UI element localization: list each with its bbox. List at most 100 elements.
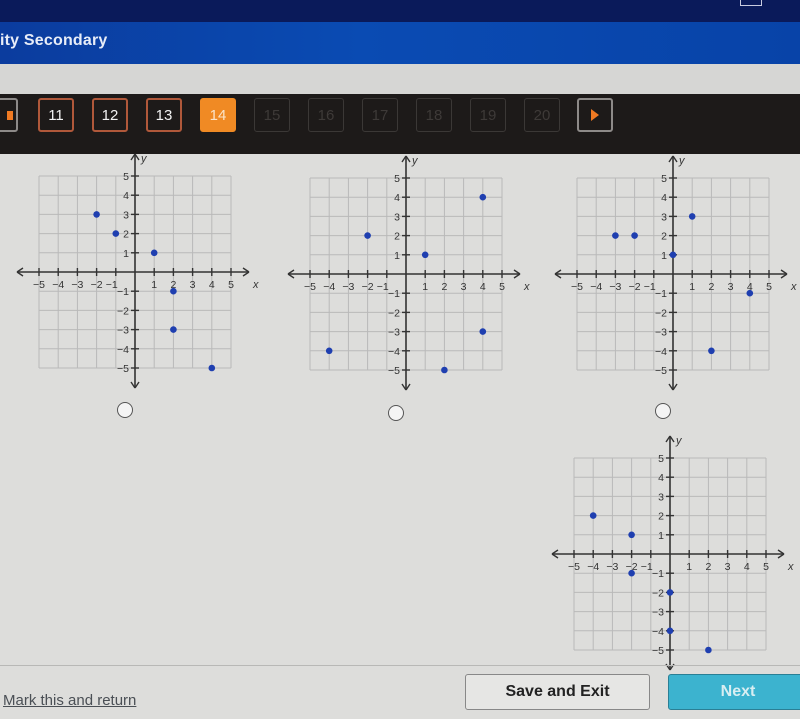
previous-question-button[interactable] <box>0 98 18 132</box>
y-tick-label: 5 <box>123 171 129 183</box>
y-tick-label: 3 <box>658 491 664 503</box>
y-tick-label: 5 <box>658 453 664 465</box>
y-tick-label: 2 <box>123 229 129 241</box>
graph-option-2: −5 −4 −3 −2 −1 1 2 3 4 5 5 4 3 2 1 −1 −2 −3 −4 −5 x y <box>281 155 531 396</box>
data-point <box>628 569 635 577</box>
question-content: −5 −4 −3 −2 −1 1 2 3 4 5 5 4 3 2 1 −1 −2 −3 −4 −5 x y −5 −4 −3−… <box>0 153 800 719</box>
x-tick-label: 5 <box>499 281 505 293</box>
coordinate-plane: −5 −4 −3 −2 −1 1 2 3 4 554321−1−2−3−4−5xy <box>287 155 530 391</box>
x-tick-label: 4 <box>209 279 215 291</box>
x-tick-label: 2 <box>441 281 447 293</box>
data-point <box>325 347 333 355</box>
y-tick-label: 2 <box>394 231 400 243</box>
data-point <box>208 364 216 372</box>
x-axis-label: x <box>523 281 530 293</box>
data-point <box>170 287 177 295</box>
y-axis-label: y <box>678 155 686 167</box>
x-tick-label: −4 <box>52 279 64 291</box>
browser-top-bar <box>0 0 800 22</box>
graph-option-1: −5 −4 −3 −2 −1 1 2 3 4 5 5 4 3 2 1 −1 −2 −3 −4 −5 x y <box>10 153 260 394</box>
x-tick-label: 5 <box>766 281 772 293</box>
y-tick-label: −4 <box>388 346 400 358</box>
x-tick-label: −5 <box>33 279 45 291</box>
data-point <box>628 531 635 539</box>
y-tick-label: 1 <box>394 250 400 262</box>
x-tick-label: −4 <box>587 561 599 573</box>
y-tick-label: −5 <box>652 645 664 657</box>
caret-left-icon <box>7 111 13 120</box>
y-tick-label: −4 <box>652 626 664 638</box>
x-tick-label: 1 <box>151 279 157 291</box>
y-tick-label: −2 <box>117 305 129 317</box>
question-button-14[interactable]: 14 <box>200 98 236 132</box>
x-tick-label: 4 <box>480 281 486 293</box>
y-tick-label: 1 <box>658 530 664 542</box>
y-tick-label: −5 <box>117 363 129 375</box>
question-button-11[interactable]: 11 <box>38 98 74 132</box>
x-tick-label: −2 <box>362 281 374 293</box>
x-axis-label: x <box>790 281 797 293</box>
x-axis-label: x <box>252 279 259 291</box>
x-tick-label: 4 <box>744 561 750 573</box>
y-tick-label: −3 <box>117 325 129 337</box>
data-point <box>612 232 619 239</box>
caret-right-icon <box>591 109 599 121</box>
save-and-exit-button[interactable]: Save and Exit <box>465 674 650 710</box>
data-point <box>589 512 597 519</box>
question-button-17: 17 <box>362 98 398 132</box>
y-tick-label: 3 <box>394 211 400 223</box>
y-tick-label: 4 <box>658 472 664 484</box>
y-tick-label: 1 <box>661 250 667 262</box>
y-tick-label: −2 <box>652 587 664 599</box>
question-button-13[interactable]: 13 <box>146 98 182 132</box>
x-tick-label: −2 <box>91 279 103 291</box>
question-button-18: 18 <box>416 98 452 132</box>
data-point <box>421 251 429 259</box>
x-tick-label: −3 <box>342 281 354 293</box>
y-tick-label: 4 <box>661 192 667 204</box>
graph-option-3: −5 −4 −3 −2 −1 1 2 3 4 5 5 4 3 2 1 −1 −2 −3 −4 −5 x y <box>548 155 798 396</box>
data-point <box>688 213 696 220</box>
coordinate-plane: −5 −4 −3 −2 −1 1 2 3 4 554321−1−2−3−4−5xy <box>554 155 797 391</box>
data-point <box>705 646 712 654</box>
data-point <box>631 232 638 239</box>
y-tick-label: 4 <box>394 192 400 204</box>
radio-option-2[interactable] <box>388 405 404 421</box>
graph-option-4: −5 −4 −3 −2 −1 1 2 3 4 5 5 4 3 2 1 −1 −2 −3 −4 −5 x y <box>545 435 795 676</box>
y-tick-label: 3 <box>661 211 667 223</box>
y-tick-label: 1 <box>123 248 129 260</box>
x-tick-label: −3 <box>609 281 621 293</box>
y-tick-label: −1 <box>652 568 664 580</box>
x-tick-label: 1 <box>422 281 428 293</box>
x-axis-label: x <box>787 561 794 573</box>
data-point <box>93 211 100 218</box>
footer-divider <box>0 665 800 666</box>
question-button-12[interactable]: 12 <box>92 98 128 132</box>
next-button[interactable]: Next <box>668 674 800 710</box>
data-point <box>746 289 754 297</box>
y-axis-label: y <box>675 435 683 447</box>
x-tick-label: 3 <box>725 561 731 573</box>
data-point <box>479 193 487 201</box>
x-tick-label: 3 <box>461 281 467 293</box>
question-button-15: 15 <box>254 98 290 132</box>
radio-option-3[interactable] <box>655 403 671 419</box>
y-tick-label: −1 <box>388 288 400 300</box>
y-tick-label: −1 <box>117 286 129 298</box>
x-tick-label: 1 <box>686 561 692 573</box>
mark-and-return-link[interactable]: Mark this and return <box>3 692 136 709</box>
y-axis-label: y <box>411 155 419 167</box>
window-icon[interactable] <box>740 0 762 6</box>
next-question-arrow-button[interactable] <box>577 98 613 132</box>
y-tick-label: −4 <box>117 344 129 356</box>
y-tick-label: 5 <box>394 173 400 185</box>
y-tick-label: 5 <box>661 173 667 185</box>
x-tick-label: 3 <box>728 281 734 293</box>
y-axis-label: y <box>140 153 148 165</box>
x-tick-label: 3 <box>190 279 196 291</box>
radio-option-1[interactable] <box>117 402 133 418</box>
data-point <box>666 589 674 596</box>
y-tick-label: 3 <box>123 209 129 221</box>
question-button-20: 20 <box>524 98 560 132</box>
y-tick-label: 2 <box>658 511 664 523</box>
